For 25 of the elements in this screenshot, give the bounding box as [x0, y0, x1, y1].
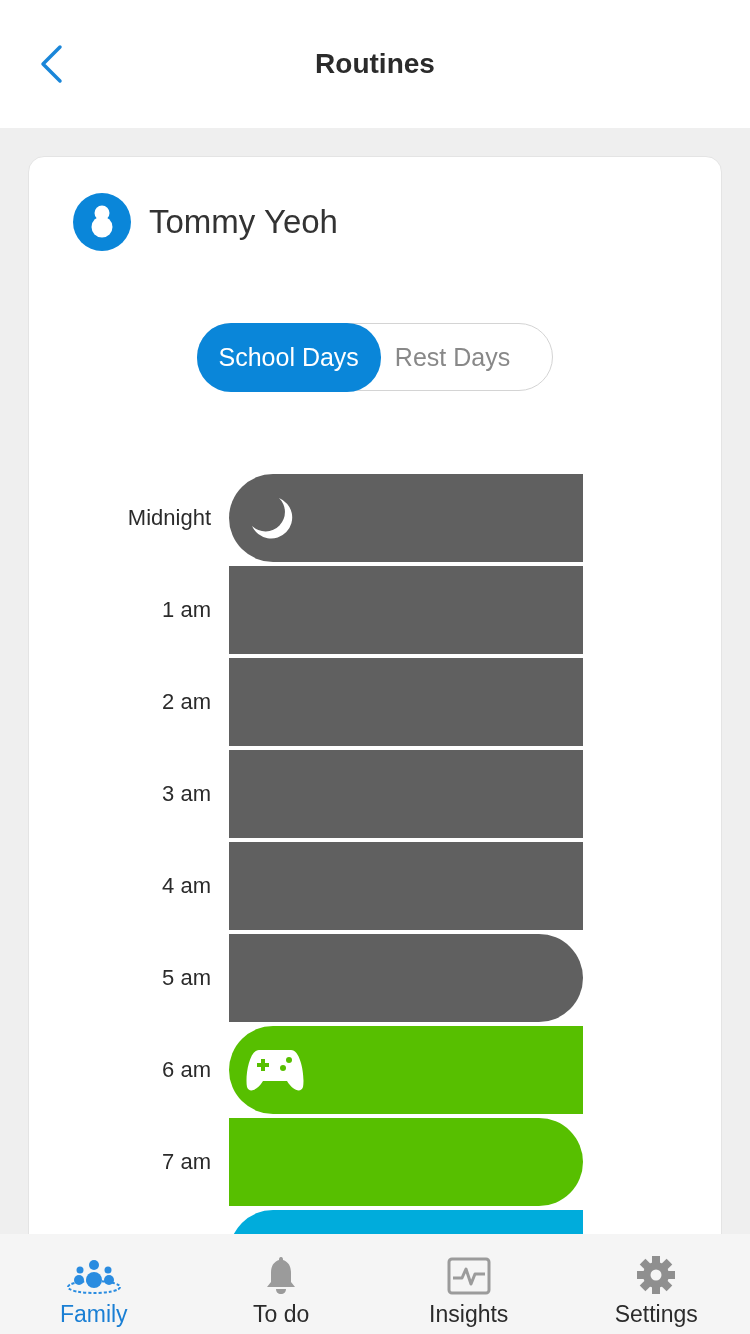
person-avatar-icon: [73, 193, 131, 251]
screen-title: Routines: [315, 48, 435, 80]
settings-icon: [636, 1255, 677, 1295]
gamepad-icon: [245, 1047, 305, 1093]
hour-label: 4 am: [161, 873, 211, 899]
hour-label: Midnight: [126, 505, 211, 531]
hour-label: 5 am: [161, 965, 211, 991]
child-name: Tommy Yeoh: [149, 203, 338, 241]
hour-label: 1 am: [161, 597, 211, 623]
back-chevron-icon: [38, 44, 64, 84]
hour-label: 2 am: [161, 689, 211, 715]
hour-label: 6 am: [161, 1057, 211, 1083]
day-tab[interactable]: Rest Days: [380, 324, 531, 390]
tab-item[interactable]: Settings: [562, 1234, 750, 1334]
schedule-block[interactable]: [229, 934, 583, 1022]
tab-item[interactable]: To do: [187, 1234, 375, 1334]
schedule-block[interactable]: [229, 474, 583, 562]
back-button[interactable]: [38, 44, 64, 84]
hour-label: 7 am: [161, 1149, 211, 1175]
tab-item[interactable]: Family: [0, 1234, 188, 1334]
tab-item[interactable]: Insights: [375, 1234, 563, 1334]
hour-label: 3 am: [161, 781, 211, 807]
day-tab[interactable]: School Days: [196, 322, 381, 392]
family-icon: [65, 1259, 122, 1295]
activity-chart-icon: [446, 1257, 491, 1295]
